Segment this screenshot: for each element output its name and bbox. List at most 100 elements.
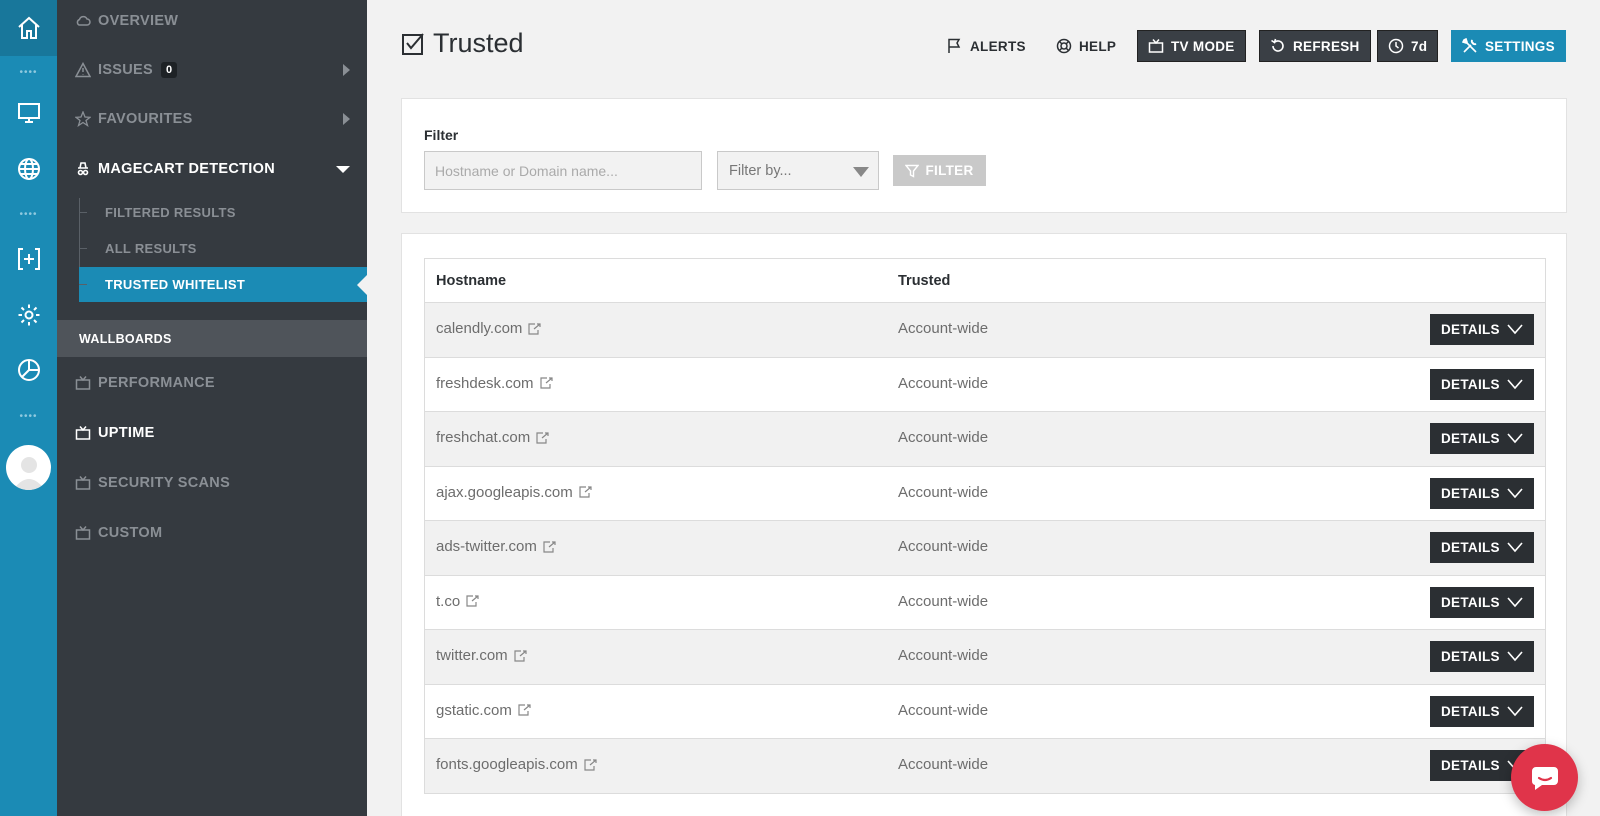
nav-item-favourites[interactable]: FAVOURITES — [57, 99, 367, 139]
issues-count-badge: 0 — [161, 62, 178, 78]
nav-item-label: PERFORMANCE — [98, 375, 215, 391]
tv-icon — [74, 424, 92, 442]
alerts-label: ALERTS — [970, 38, 1026, 54]
details-label: DETAILS — [1441, 594, 1500, 610]
trusted-cell: Account-wide — [898, 429, 989, 446]
filter-button[interactable]: FILTER — [893, 155, 986, 186]
details-button[interactable]: DETAILS — [1430, 423, 1534, 454]
gear-icon — [18, 304, 39, 326]
refresh-button[interactable]: REFRESH — [1259, 30, 1371, 62]
details-button[interactable]: DETAILS — [1430, 695, 1534, 727]
table-row: ads-twitter.com Account-wide DETAILS — [424, 521, 1546, 576]
details-button[interactable]: DETAILS — [1430, 477, 1534, 509]
details-label: DETAILS — [1441, 649, 1500, 664]
tv-mode-button[interactable]: TV MODE — [1137, 30, 1246, 62]
collapse-caret-icon[interactable] — [336, 166, 350, 173]
sub-item-filtered-results[interactable]: FILTERED RESULTS — [79, 195, 367, 230]
external-link-icon[interactable] — [465, 594, 479, 608]
filter-by-select[interactable]: Filter by... — [717, 151, 879, 190]
home-icon — [17, 16, 40, 39]
nav-item-performance[interactable]: PERFORMANCE — [57, 363, 367, 403]
chevron-down-icon — [1507, 541, 1523, 553]
sub-item-all-results[interactable]: ALL RESULTS — [79, 231, 367, 266]
hostname-cell: freshdesk.com — [436, 375, 553, 392]
home-button[interactable] — [0, 0, 57, 56]
rail-separator: •••• — [19, 209, 38, 220]
nav-item-label: UPTIME — [98, 425, 155, 441]
filter-card: Filter Filter by... FILTER — [401, 98, 1567, 213]
add-bracket-icon — [17, 248, 40, 270]
hostname-text: ajax.googleapis.com — [436, 483, 573, 501]
hostname-text: freshchat.com — [436, 429, 531, 446]
hostname-cell: t.co — [436, 593, 479, 610]
nav-item-overview[interactable]: OVERVIEW — [57, 1, 367, 41]
chevron-down-icon — [1507, 432, 1523, 444]
add-check-button[interactable] — [0, 239, 57, 279]
external-link-icon[interactable] — [578, 485, 592, 499]
details-button[interactable]: DETAILS — [1430, 586, 1534, 618]
hostname-text: ads-twitter.com — [436, 538, 537, 555]
nav-item-label: CUSTOM — [98, 525, 163, 541]
warning-icon — [74, 61, 92, 79]
external-link-icon[interactable] — [535, 431, 549, 445]
details-button[interactable]: DETAILS — [1430, 368, 1534, 400]
sub-item-label: TRUSTED WHITELIST — [105, 277, 246, 292]
globe-button[interactable] — [0, 149, 57, 189]
tv-mode-label: TV MODE — [1171, 38, 1235, 54]
chevron-down-icon — [1507, 596, 1523, 608]
hostname-cell: fonts.googleapis.com — [436, 756, 597, 773]
chevron-down-icon — [1507, 705, 1523, 717]
avatar[interactable] — [6, 445, 51, 490]
nav-item-uptime[interactable]: UPTIME — [57, 413, 367, 453]
external-link-icon[interactable] — [539, 376, 553, 390]
nav-item-label: MAGECART DETECTION — [98, 161, 275, 177]
time-period-button[interactable]: 7d — [1377, 30, 1439, 62]
time-period-label: 7d — [1411, 38, 1428, 54]
external-link-icon[interactable] — [583, 758, 597, 772]
expand-arrow-icon[interactable] — [343, 64, 350, 76]
lifebuoy-icon — [1056, 38, 1072, 54]
nav-item-label: SECURITY SCANS — [98, 475, 231, 491]
table-row: ajax.googleapis.com Account-wide DETAILS — [424, 466, 1546, 521]
hostname-cell: ajax.googleapis.com — [436, 484, 592, 501]
rail-separator: •••• — [19, 67, 38, 78]
details-button[interactable]: DETAILS — [1430, 532, 1534, 563]
reports-button[interactable] — [0, 350, 57, 390]
nav-item-issues[interactable]: ISSUES 0 — [57, 50, 367, 90]
alerts-button[interactable]: ALERTS — [947, 30, 1026, 62]
sub-item-trusted-whitelist[interactable]: TRUSTED WHITELIST — [79, 267, 367, 302]
expand-arrow-icon[interactable] — [343, 113, 350, 125]
rail-separator: •••• — [19, 411, 38, 422]
user-icon — [12, 457, 45, 490]
external-link-icon[interactable] — [527, 322, 542, 336]
tv-icon — [74, 524, 92, 542]
chevron-down-icon — [1507, 650, 1523, 662]
monitor-button[interactable] — [0, 93, 57, 133]
trusted-cell: Account-wide — [898, 756, 989, 773]
chat-launcher-button[interactable] — [1511, 744, 1578, 811]
details-button[interactable]: DETAILS — [1430, 314, 1534, 345]
nav-item-security-scans[interactable]: SECURITY SCANS — [57, 463, 367, 503]
details-button[interactable]: DETAILS — [1430, 641, 1534, 672]
external-link-icon[interactable] — [513, 649, 527, 663]
section-label: WALLBOARDS — [79, 331, 172, 346]
tv-icon — [1148, 38, 1164, 54]
settings-button[interactable]: SETTINGS — [1451, 30, 1566, 62]
tv-icon — [74, 374, 92, 392]
help-button[interactable]: HELP — [1056, 30, 1116, 62]
nav-item-custom[interactable]: CUSTOM — [57, 513, 367, 553]
table-row: freshchat.com Account-wide DETAILS — [424, 412, 1546, 467]
main-content: Trusted ALERTS HELP TV MODE REFRESH 7d S… — [367, 0, 1600, 816]
details-label: DETAILS — [1441, 703, 1500, 719]
wallboards-section-header: WALLBOARDS — [57, 320, 367, 357]
external-link-icon[interactable] — [517, 703, 531, 717]
checkbox-icon — [402, 32, 424, 55]
trusted-cell: Account-wide — [898, 701, 989, 719]
nav-item-magecart-detection[interactable]: MAGECART DETECTION — [57, 149, 367, 189]
settings-rail-button[interactable] — [0, 295, 57, 335]
sub-item-label: ALL RESULTS — [105, 241, 197, 256]
hostname-search-input[interactable] — [424, 151, 702, 190]
tv-icon — [74, 474, 92, 492]
filter-label: Filter — [424, 127, 459, 143]
external-link-icon[interactable] — [542, 540, 556, 554]
